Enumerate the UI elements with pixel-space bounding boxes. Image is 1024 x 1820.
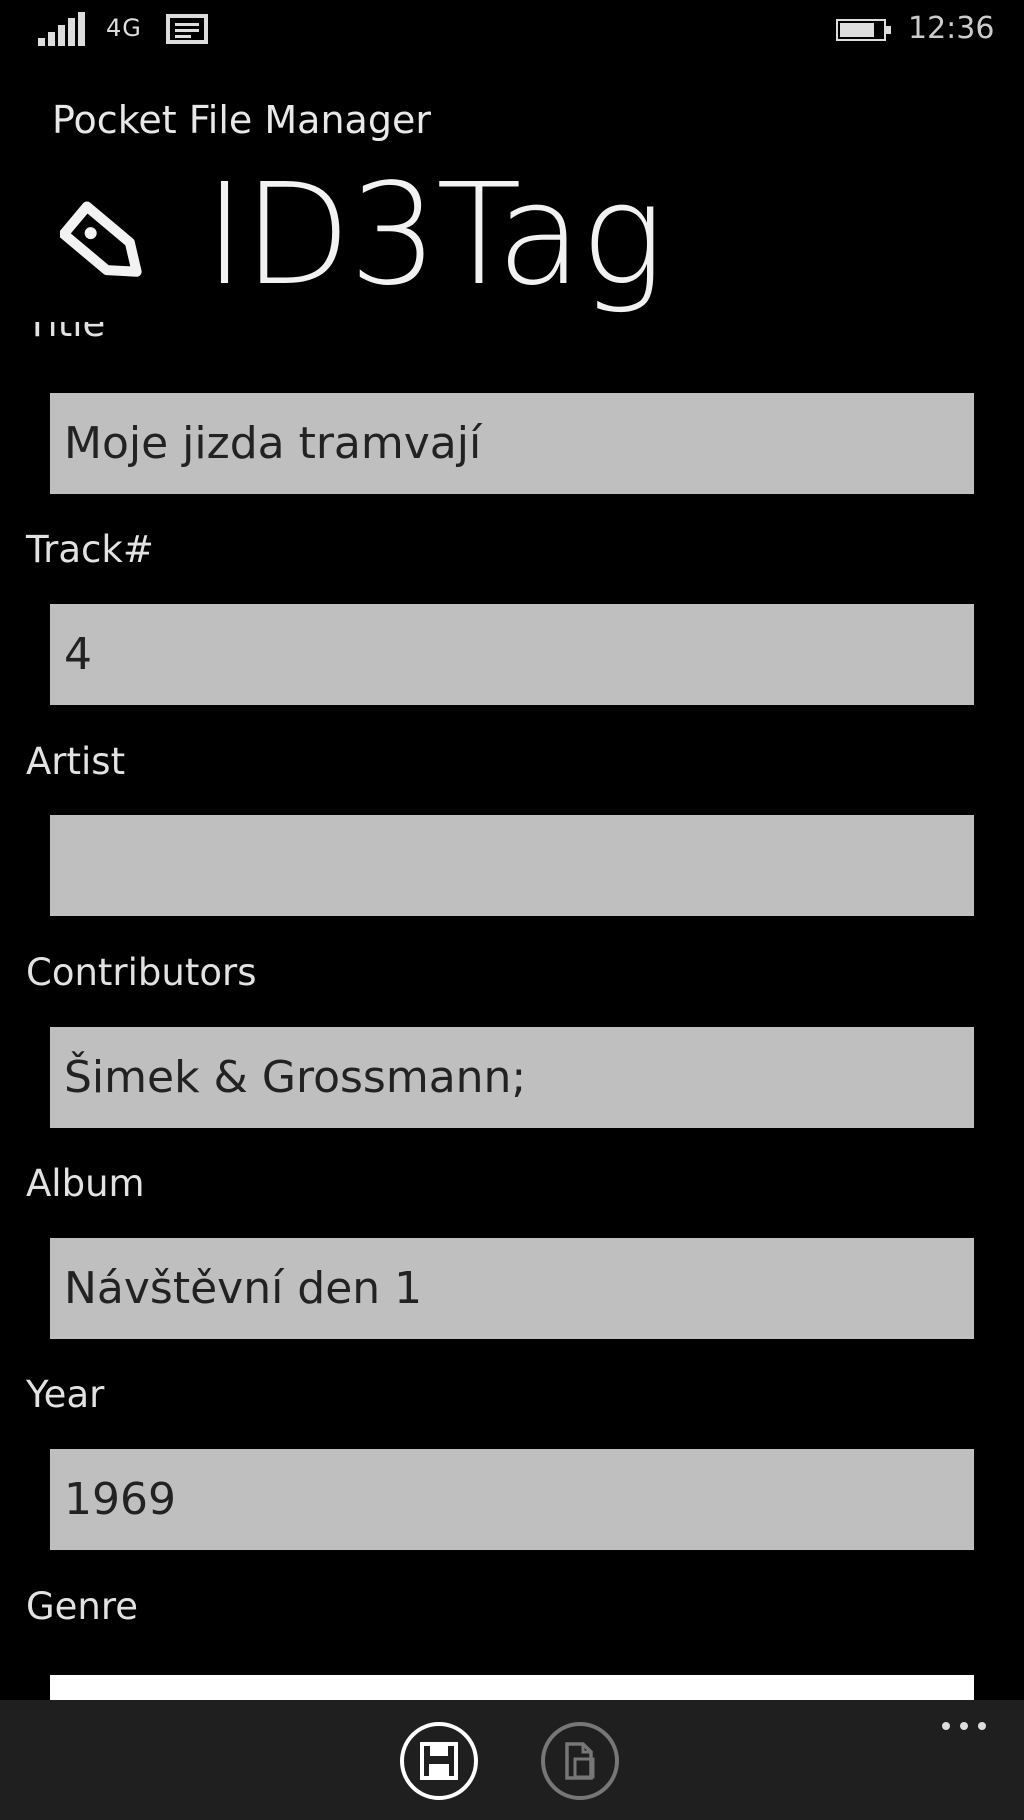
year-label: Year: [26, 1373, 105, 1416]
genre-input[interactable]: [50, 1675, 974, 1700]
document-icon: [565, 1742, 595, 1780]
id3-tag-form: Title Moje jizda tramvají Track# 4 Artis…: [0, 0, 1024, 1700]
genre-label: Genre: [26, 1585, 139, 1628]
year-input[interactable]: 1969: [50, 1449, 974, 1550]
contributors-label: Contributors: [26, 951, 257, 994]
copy-button[interactable]: [541, 1722, 619, 1800]
artist-label: Artist: [26, 740, 126, 783]
track-label: Track#: [26, 528, 154, 571]
save-icon: [420, 1742, 458, 1780]
save-button[interactable]: [400, 1722, 478, 1800]
artist-input[interactable]: [50, 815, 974, 916]
album-label: Album: [26, 1162, 145, 1205]
title-label: Title: [26, 322, 106, 345]
album-input[interactable]: Návštěvní den 1: [50, 1238, 974, 1339]
app-bar: [0, 1700, 1024, 1820]
track-input[interactable]: 4: [50, 604, 974, 705]
title-input[interactable]: Moje jizda tramvají: [50, 393, 974, 494]
contributors-input[interactable]: Šimek & Grossmann;: [50, 1027, 974, 1128]
more-options-icon[interactable]: [938, 1710, 992, 1740]
